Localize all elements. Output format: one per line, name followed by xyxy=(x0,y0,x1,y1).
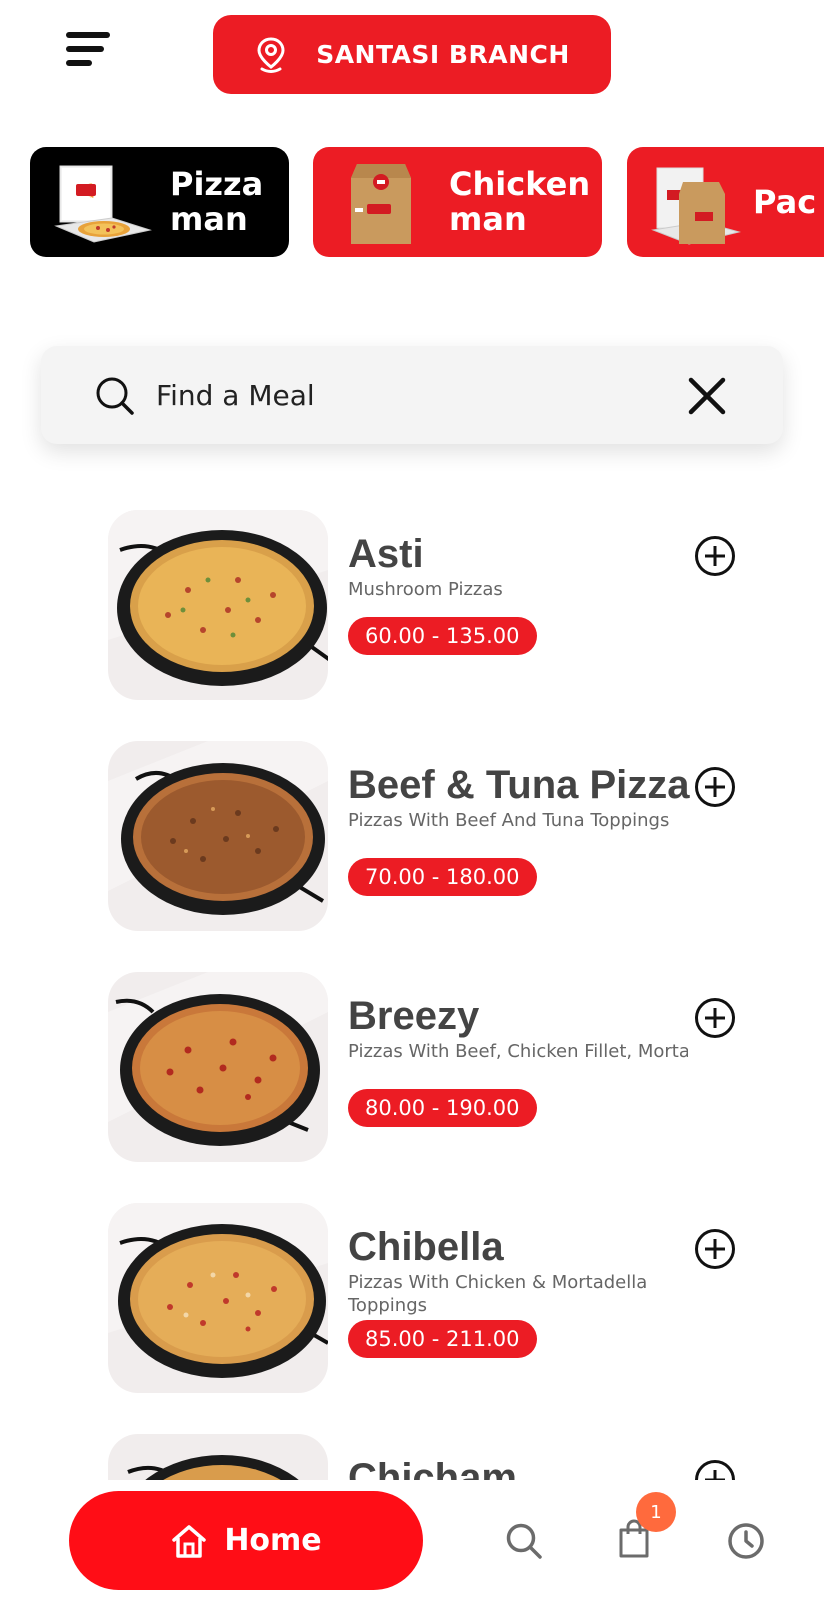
item-name: Asti xyxy=(348,532,424,576)
add-circle-icon[interactable] xyxy=(694,1228,736,1270)
pizza-image[interactable] xyxy=(108,1434,328,1480)
home-button[interactable]: Home xyxy=(69,1491,423,1590)
item-name: Chicham xyxy=(348,1456,517,1480)
menu-list[interactable]: Asti Mushroom Pizzas 60.00 - 135.00 Beef… xyxy=(0,505,824,1480)
item-description: Pizzas With Chicken & Mortadella Topping… xyxy=(348,1272,648,1316)
menu-icon[interactable] xyxy=(62,28,112,72)
search-icon xyxy=(96,377,134,415)
branch-label: SANTASI BRANCH xyxy=(316,40,570,69)
menu-item-chicham[interactable]: Chicham xyxy=(108,1434,788,1480)
pizza-image[interactable] xyxy=(108,510,328,700)
category-chicken-man[interactable]: Chicken man xyxy=(313,147,602,257)
category-label: Pizza xyxy=(170,165,264,203)
paper-bag-image xyxy=(351,164,411,244)
menu-item-chibella[interactable]: Chibella Pizzas With Chicken & Mortadell… xyxy=(108,1203,788,1395)
search-icon[interactable] xyxy=(505,1522,543,1560)
branch-selector-button[interactable]: SANTASI BRANCH xyxy=(213,15,611,94)
category-pizza-man[interactable]: 🍕 Pizza man xyxy=(30,147,289,257)
package-image xyxy=(651,167,741,245)
pizza-box-image: 🍕 xyxy=(54,165,152,243)
menu-item-breezy[interactable]: Breezy Pizzas With Beef, Chicken Fillet,… xyxy=(108,972,788,1164)
add-circle-icon[interactable] xyxy=(694,997,736,1039)
item-price-badge: 60.00 - 135.00 xyxy=(348,617,537,655)
close-icon[interactable] xyxy=(687,376,727,416)
menu-item-asti[interactable]: Asti Mushroom Pizzas 60.00 - 135.00 xyxy=(108,510,788,702)
item-price-badge: 85.00 - 211.00 xyxy=(348,1320,537,1358)
category-label: Chicken xyxy=(449,165,591,203)
search-input[interactable] xyxy=(156,371,626,419)
clock-icon[interactable] xyxy=(727,1522,765,1560)
bottom-nav: Home 1 xyxy=(0,1480,824,1600)
add-circle-icon[interactable] xyxy=(694,1459,736,1480)
item-name: Chibella xyxy=(348,1225,504,1269)
item-description: Mushroom Pizzas xyxy=(348,579,503,600)
location-pin-icon xyxy=(257,36,285,73)
item-name: Breezy xyxy=(348,994,480,1038)
item-price-badge: 80.00 - 190.00 xyxy=(348,1089,537,1127)
item-description: Pizzas With Beef And Tuna Toppings xyxy=(348,810,670,831)
category-label: Pac xyxy=(753,182,817,221)
add-circle-icon[interactable] xyxy=(694,766,736,808)
pizza-image[interactable] xyxy=(108,972,328,1162)
home-icon xyxy=(172,1524,207,1558)
pizza-image[interactable] xyxy=(108,741,328,931)
pizza-image[interactable] xyxy=(108,1203,328,1393)
add-circle-icon[interactable] xyxy=(694,535,736,577)
category-label: man xyxy=(170,200,248,238)
cart-count-badge: 1 xyxy=(636,1492,676,1532)
home-label: Home xyxy=(224,1523,322,1558)
category-package[interactable]: Pac xyxy=(627,147,824,257)
item-description: Pizzas With Beef, Chicken Fillet, Mortad… xyxy=(348,1041,688,1062)
item-name: Beef & Tuna Pizza xyxy=(348,763,690,807)
search-bar xyxy=(41,346,783,444)
menu-item-beef-tuna[interactable]: Beef & Tuna Pizza Pizzas With Beef And T… xyxy=(108,741,788,933)
app-screen: SANTASI BRANCH 🍕 Pizza man Chick xyxy=(0,0,824,1600)
item-price-badge: 70.00 - 180.00 xyxy=(348,858,537,896)
category-label: man xyxy=(449,200,527,238)
